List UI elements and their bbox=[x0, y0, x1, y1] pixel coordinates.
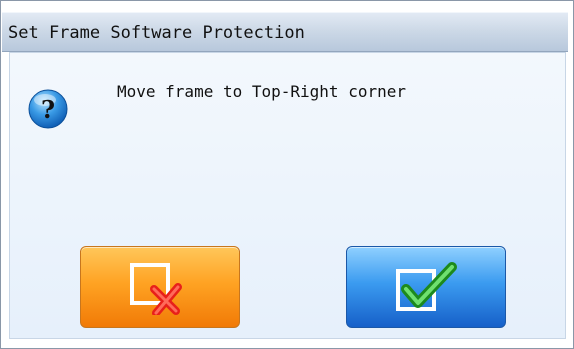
cancel-button[interactable] bbox=[80, 246, 240, 328]
svg-text:?: ? bbox=[41, 95, 55, 124]
title-bar: Set Frame Software Protection bbox=[2, 12, 568, 52]
cancel-x-icon bbox=[130, 263, 182, 315]
dialog-title: Set Frame Software Protection bbox=[8, 23, 305, 43]
dialog-message: Move frame to Top-Right corner bbox=[117, 82, 406, 101]
confirm-button[interactable] bbox=[346, 246, 506, 328]
question-icon: ? bbox=[28, 89, 68, 129]
dialog: Set Frame Software Protection ? Move fra… bbox=[0, 0, 574, 349]
confirm-check-icon bbox=[396, 262, 457, 311]
